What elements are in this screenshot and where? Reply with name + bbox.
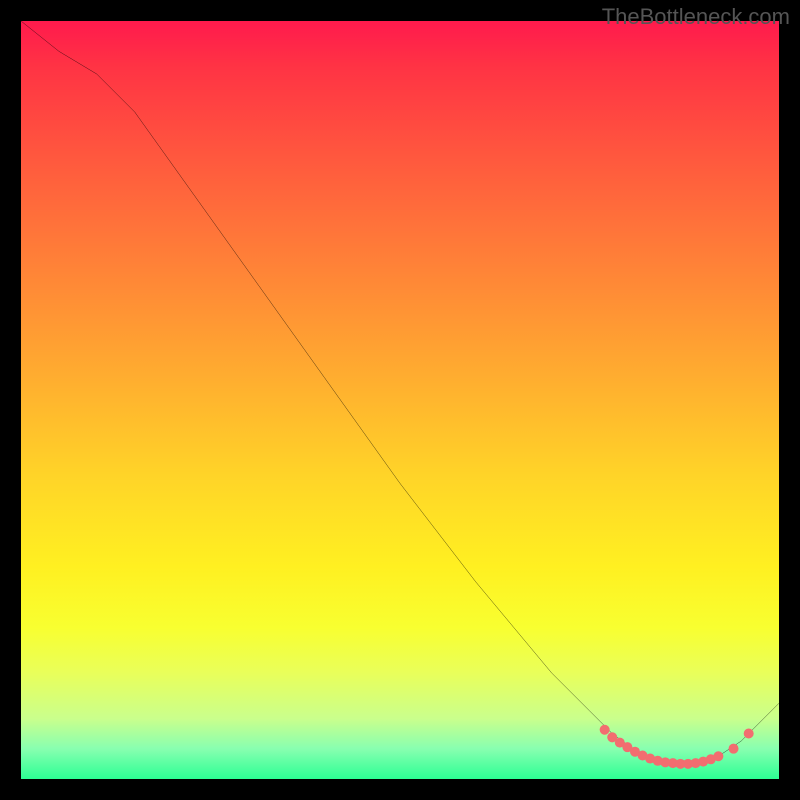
valley-dot bbox=[744, 729, 754, 739]
watermark-text: TheBottleneck.com bbox=[602, 4, 790, 30]
plot-area bbox=[20, 20, 780, 780]
bottleneck-curve bbox=[21, 21, 779, 764]
curve-svg bbox=[21, 21, 779, 779]
valley-dot bbox=[713, 751, 723, 761]
valley-dot bbox=[600, 725, 610, 735]
valley-dot bbox=[729, 744, 739, 754]
valley-markers bbox=[600, 725, 754, 769]
